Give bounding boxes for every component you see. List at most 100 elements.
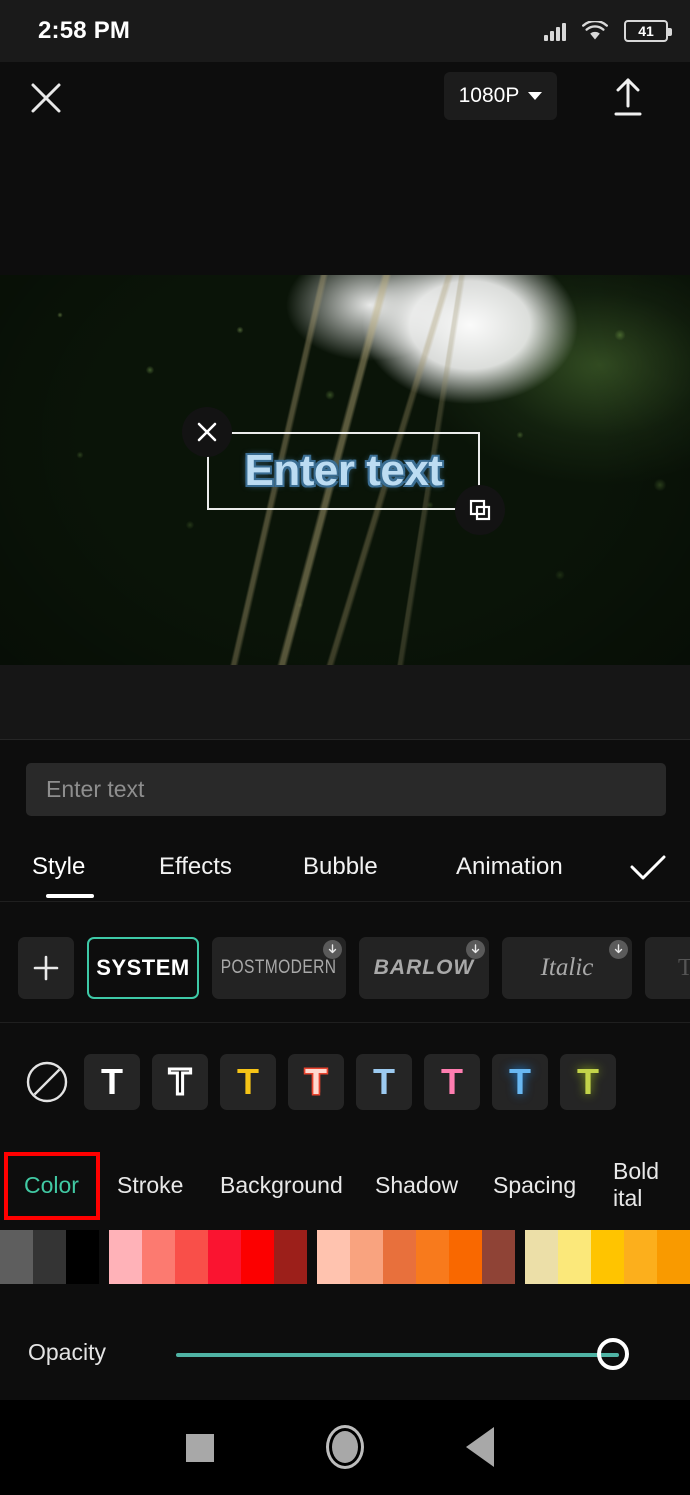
overlay-text[interactable]: Enter text [207, 432, 480, 510]
preset-pink[interactable]: T [424, 1054, 480, 1110]
tab-animation-label: Animation [456, 853, 563, 880]
color-swatch[interactable] [142, 1230, 175, 1284]
color-group-gap [515, 1230, 525, 1284]
opacity-slider-knob[interactable] [597, 1338, 629, 1370]
color-swatch[interactable] [66, 1230, 99, 1284]
preset-white-glyph: T [101, 1061, 123, 1102]
circle-home-icon[interactable] [326, 1425, 364, 1469]
add-font-button[interactable] [18, 937, 74, 999]
color-swatch[interactable] [317, 1230, 350, 1284]
text-input[interactable]: Enter text [26, 763, 666, 816]
color-swatch[interactable] [482, 1230, 515, 1284]
resolution-selector[interactable]: 1080P [444, 72, 557, 120]
android-nav-bar [0, 1400, 690, 1495]
chevron-down-icon [528, 92, 543, 100]
color-swatch[interactable] [175, 1230, 208, 1284]
color-swatch[interactable] [208, 1230, 241, 1284]
battery-level: 41 [638, 23, 654, 39]
font-chip-postmodern[interactable]: POSTMODERN [212, 937, 346, 999]
status-bar: 2:58 PM 41 [0, 0, 690, 62]
color-group-gap [307, 1230, 317, 1284]
color-group-gap [99, 1230, 109, 1284]
color-swatch[interactable] [591, 1230, 624, 1284]
subtab-background[interactable]: Background [220, 1145, 343, 1225]
tab-bubble[interactable]: Bubble [303, 836, 378, 898]
tab-effects-label: Effects [159, 853, 232, 880]
color-swatch[interactable] [525, 1230, 558, 1284]
tab-animation[interactable]: Animation [456, 836, 563, 898]
tab-row: Style Effects Bubble Animation [0, 836, 690, 898]
subtab-spacing-label: Spacing [493, 1171, 577, 1198]
status-icons: 41 [544, 20, 672, 42]
font-label-postmodern: POSTMODERN [221, 957, 337, 978]
capcut-text-editor-screen: 2:58 PM 41 1080P Enter text Enter text S… [0, 0, 690, 1495]
top-toolbar: 1080P [0, 62, 690, 275]
font-label-italic: Italic [540, 954, 594, 981]
color-swatch[interactable] [416, 1230, 449, 1284]
preset-red-glyph: T [305, 1061, 327, 1102]
color-swatch[interactable] [558, 1230, 591, 1284]
triangle-back-icon[interactable] [466, 1427, 494, 1467]
no-style-slash-icon[interactable] [22, 1057, 72, 1107]
preset-green-glow[interactable]: T [560, 1054, 616, 1110]
square-recents-icon[interactable] [186, 1434, 214, 1462]
cellular-signal-icon [544, 21, 566, 41]
subtab-bold-italic[interactable]: Bold ital [613, 1145, 690, 1225]
close-icon [197, 422, 217, 442]
preset-blue-glow[interactable]: T [492, 1054, 548, 1110]
check-icon[interactable] [628, 852, 668, 884]
text-overlay-widget[interactable]: Enter text [182, 407, 505, 535]
subtab-bold-italic-label: Bold ital [613, 1158, 660, 1211]
color-swatch[interactable] [350, 1230, 383, 1284]
preset-white[interactable]: T [84, 1054, 140, 1110]
tab-style[interactable]: Style [32, 836, 85, 898]
color-swatch[interactable] [624, 1230, 657, 1284]
font-label-typewriter: TYPE [678, 954, 690, 981]
tab-section-divider [0, 901, 690, 902]
font-list[interactable]: SYSTEM POSTMODERN BARLOW Italic T [0, 922, 690, 1014]
text-style-preset-list[interactable]: T T T T T T T T [0, 1042, 690, 1122]
export-upload-icon[interactable] [608, 76, 648, 118]
subtab-color[interactable]: Color [24, 1145, 79, 1225]
color-swatch[interactable] [657, 1230, 690, 1284]
close-icon[interactable] [28, 80, 64, 116]
color-swatch[interactable] [274, 1230, 307, 1284]
color-swatch[interactable] [109, 1230, 142, 1284]
preset-pink-glyph: T [441, 1061, 463, 1102]
download-arrow-icon[interactable] [323, 940, 342, 959]
preset-yellow[interactable]: T [220, 1054, 276, 1110]
subtab-spacing[interactable]: Spacing [493, 1145, 576, 1225]
color-swatch-list[interactable] [0, 1230, 690, 1284]
color-swatch[interactable] [33, 1230, 66, 1284]
resolution-label: 1080P [458, 84, 520, 107]
style-sub-tab-row: Color Stroke Background Shadow Spacing B… [0, 1145, 690, 1225]
font-section-divider [0, 1022, 690, 1023]
color-swatch[interactable] [449, 1230, 482, 1284]
subtab-stroke-label: Stroke [117, 1171, 184, 1198]
preset-outline-glyph: T [168, 1061, 193, 1102]
font-chip-italic[interactable]: Italic [502, 937, 632, 999]
subtab-stroke[interactable]: Stroke [117, 1145, 183, 1225]
color-swatch[interactable] [0, 1230, 33, 1284]
delete-text-handle[interactable] [182, 407, 232, 457]
color-swatch[interactable] [241, 1230, 274, 1284]
font-chip-typewriter[interactable]: TYPE [645, 937, 690, 999]
font-chip-barlow[interactable]: BARLOW [359, 937, 489, 999]
active-tab-underline [46, 894, 94, 898]
font-chip-system[interactable]: SYSTEM [87, 937, 199, 999]
color-swatch[interactable] [383, 1230, 416, 1284]
subtab-shadow[interactable]: Shadow [375, 1145, 458, 1225]
tab-effects[interactable]: Effects [159, 836, 232, 898]
preset-red[interactable]: T [288, 1054, 344, 1110]
download-arrow-icon[interactable] [466, 940, 485, 959]
opacity-slider-track[interactable] [176, 1353, 619, 1357]
status-time: 2:58 PM [38, 17, 131, 44]
text-input-placeholder: Enter text [46, 776, 145, 802]
resize-text-handle[interactable] [455, 485, 505, 535]
opacity-label: Opacity [28, 1339, 106, 1365]
download-arrow-icon[interactable] [609, 940, 628, 959]
plus-icon [33, 955, 59, 981]
opacity-control: Opacity [0, 1320, 690, 1390]
preset-lightblue[interactable]: T [356, 1054, 412, 1110]
preset-outline[interactable]: T [152, 1054, 208, 1110]
